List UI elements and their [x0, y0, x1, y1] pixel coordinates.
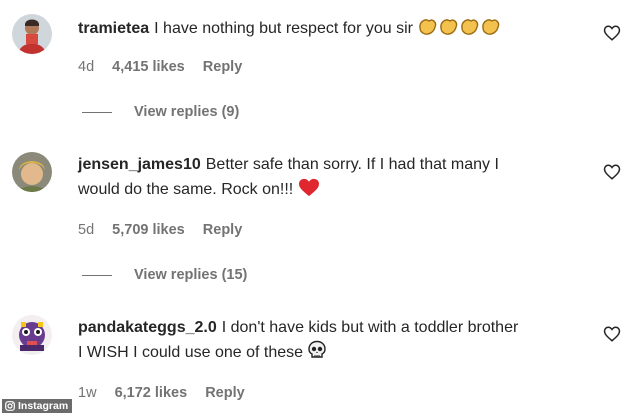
like-count[interactable]: 6,172 likes [115, 385, 188, 401]
comment-body-line-2: I WISH I could use one of these [78, 344, 304, 361]
view-replies-label: View replies (15) [134, 267, 248, 283]
view-replies-label: View replies (9) [134, 104, 240, 120]
reply-button[interactable]: Reply [203, 59, 243, 75]
instagram-watermark: Instagram [2, 399, 73, 413]
reply-button[interactable]: Reply [205, 385, 245, 401]
comment-text: pandakateggs_2.0 I don't have kids but wi… [78, 316, 598, 368]
comment-text: tramietea I have nothing but respect for … [78, 16, 598, 44]
like-heart-icon[interactable] [603, 24, 621, 42]
watermark-label: Instagram [18, 400, 69, 412]
like-count[interactable]: 5,709 likes [112, 222, 185, 238]
comment-body-line-1: I don't have kids but with a toddler bro… [221, 319, 519, 336]
comment-body: I have nothing but respect for you sir [154, 20, 413, 37]
username[interactable]: pandakateggs_2.0 [78, 319, 217, 336]
comment-time: 1w [78, 385, 97, 401]
avatar[interactable] [12, 315, 52, 355]
reply-button[interactable]: Reply [203, 222, 243, 238]
like-heart-icon[interactable] [603, 325, 621, 343]
avatar[interactable] [12, 152, 52, 192]
red-heart-icon [298, 177, 320, 205]
comment-meta: 5d 5,709 likes Reply [78, 222, 256, 238]
divider [82, 111, 112, 113]
view-replies-button[interactable]: View replies (9) [82, 104, 239, 120]
instagram-logo-icon [5, 401, 15, 411]
divider [82, 274, 112, 276]
comment-text: jensen_james10 Better safe than sorry. If… [78, 153, 598, 205]
view-replies-button[interactable]: View replies (15) [82, 267, 247, 283]
like-heart-icon[interactable] [603, 163, 621, 181]
comment-body-line-1: Better safe than sorry. If I had that ma… [205, 156, 499, 173]
comment-meta: 1w 6,172 likes Reply [78, 385, 259, 401]
comment-meta: 4d 4,415 likes Reply [78, 59, 256, 75]
avatar[interactable] [12, 14, 52, 54]
username[interactable]: tramietea [78, 20, 149, 37]
like-count[interactable]: 4,415 likes [112, 59, 185, 75]
comment-body-line-2: would do the same. Rock on!!! [78, 181, 294, 198]
clapping-hands-icon [417, 16, 501, 44]
comment-time: 4d [78, 59, 95, 75]
skull-icon [307, 340, 327, 368]
username[interactable]: jensen_james10 [78, 156, 201, 173]
comment-time: 5d [78, 222, 95, 238]
